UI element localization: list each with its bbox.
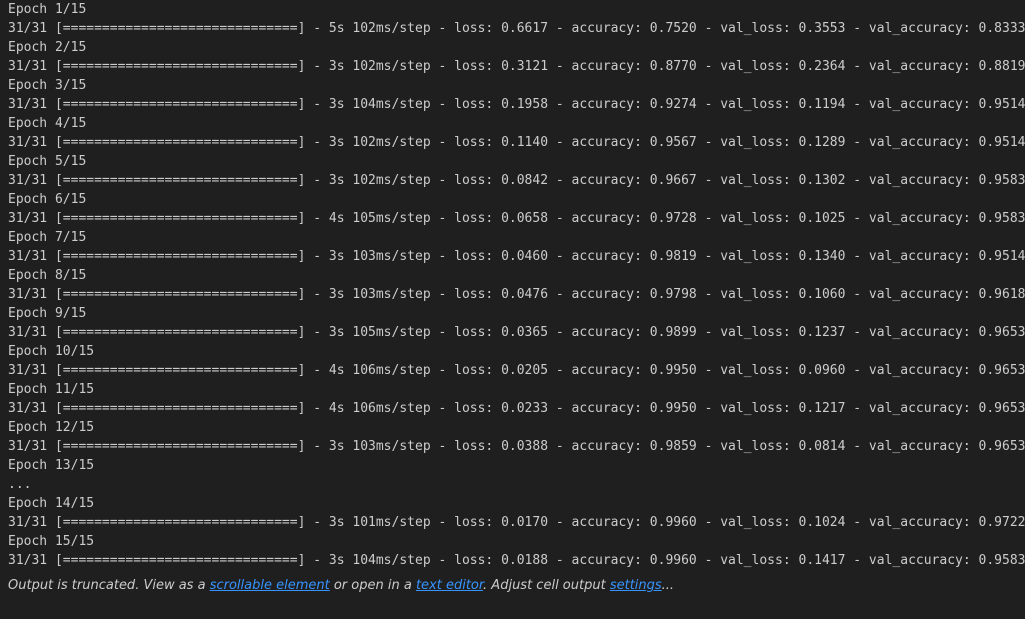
output-line: Epoch 13/15 <box>8 458 95 473</box>
output-line: 31/31 [==============================] -… <box>8 439 1025 454</box>
output-line: 31/31 [==============================] -… <box>8 97 1025 112</box>
output-line: Epoch 4/15 <box>8 116 87 131</box>
output-line: Epoch 3/15 <box>8 78 87 93</box>
output-line: Epoch 1/15 <box>8 2 87 17</box>
output-line: 31/31 [==============================] -… <box>8 135 1025 150</box>
output-line: Epoch 8/15 <box>8 268 87 283</box>
output-line: 31/31 [==============================] -… <box>8 249 1025 264</box>
notice-text: . Adjust cell output <box>483 578 610 593</box>
output-line: 31/31 [==============================] -… <box>8 211 1025 226</box>
output-line: 31/31 [==============================] -… <box>8 363 1025 378</box>
scrollable-element-link[interactable]: scrollable element <box>210 578 330 593</box>
output-line: Epoch 10/15 <box>8 344 95 359</box>
output-line: Epoch 6/15 <box>8 192 87 207</box>
text-editor-link[interactable]: text editor <box>416 578 483 593</box>
truncation-notice: Output is truncated. View as a scrollabl… <box>8 576 674 596</box>
truncation-ellipsis: ... <box>8 477 32 492</box>
output-line: 31/31 [==============================] -… <box>8 59 1025 74</box>
notice-text: ... <box>661 578 675 593</box>
notice-text: or open in a <box>329 578 416 593</box>
output-line: 31/31 [==============================] -… <box>8 287 1025 302</box>
output-line: Epoch 2/15 <box>8 40 87 55</box>
output-line: 31/31 [==============================] -… <box>8 21 1025 36</box>
output-line: Epoch 5/15 <box>8 154 87 169</box>
output-line: Epoch 7/15 <box>8 230 87 245</box>
notice-text: Output is truncated. View as a <box>8 578 210 593</box>
output-line: 31/31 [==============================] -… <box>8 553 1025 568</box>
output-line: 31/31 [==============================] -… <box>8 401 1025 416</box>
output-line: Epoch 12/15 <box>8 420 95 435</box>
output-line: Epoch 14/15 <box>8 496 95 511</box>
settings-link[interactable]: settings <box>610 578 662 593</box>
output-line: 31/31 [==============================] -… <box>8 515 1025 530</box>
output-line: Epoch 9/15 <box>8 306 87 321</box>
output-line: 31/31 [==============================] -… <box>8 173 1025 188</box>
cell-output: Epoch 1/15 31/31 [======================… <box>8 0 1025 570</box>
output-line: Epoch 15/15 <box>8 534 95 549</box>
output-line: 31/31 [==============================] -… <box>8 325 1025 340</box>
output-line: Epoch 11/15 <box>8 382 95 397</box>
